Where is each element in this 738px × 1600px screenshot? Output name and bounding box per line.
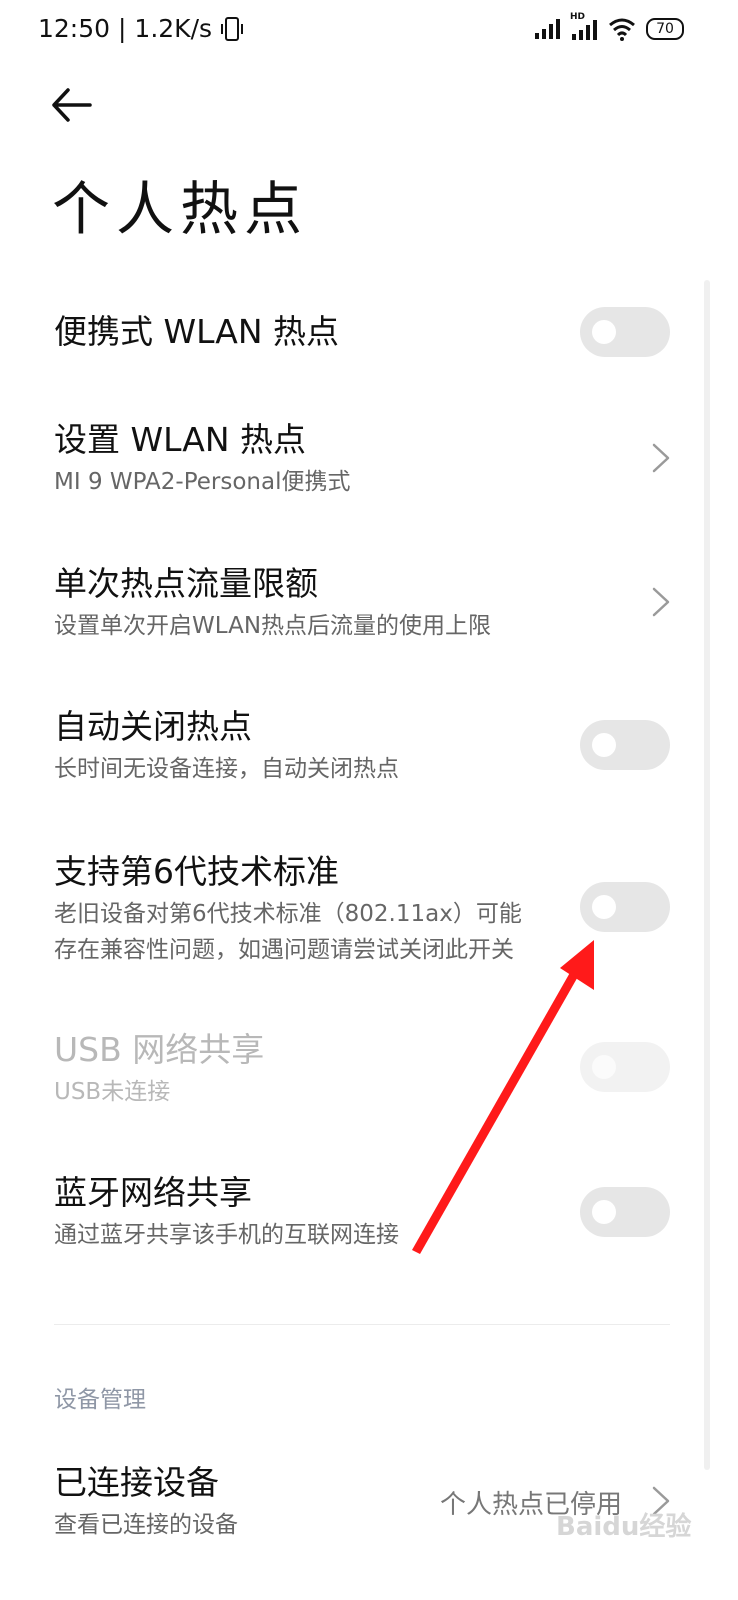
row-subtitle: 设置单次开启WLAN热点后流量的使用上限 bbox=[54, 613, 492, 639]
section-header-device-management: 设备管理 bbox=[54, 1387, 146, 1413]
signal-icon-sim2: HD bbox=[570, 12, 598, 42]
row-subtitle: MI 9 WPA2-Personal便携式 bbox=[54, 469, 351, 495]
status-bar: 12:50 | 1.2K/s HD 70 bbox=[0, 0, 738, 64]
row-title: 单次热点流量限额 bbox=[54, 564, 318, 603]
bluetooth-tethering-toggle[interactable] bbox=[580, 1187, 670, 1237]
page-title: 个人热点 bbox=[52, 175, 309, 243]
back-button[interactable] bbox=[50, 86, 94, 124]
battery-icon: 70 bbox=[646, 18, 684, 40]
toggle-knob bbox=[592, 320, 616, 344]
status-network-speed: | 1.2K/s bbox=[118, 14, 213, 43]
status-right: HD 70 bbox=[534, 12, 684, 42]
toggle-knob bbox=[592, 1055, 616, 1079]
section-divider bbox=[54, 1324, 670, 1325]
hotspot-data-limit-row[interactable]: 单次热点流量限额 设置单次开启WLAN热点后流量的使用上限 bbox=[54, 564, 684, 644]
scrollbar[interactable] bbox=[704, 280, 710, 1470]
toggle-knob bbox=[592, 895, 616, 919]
chevron-right-icon[interactable] bbox=[648, 585, 674, 619]
chevron-right-icon[interactable] bbox=[648, 441, 674, 475]
wifi-icon bbox=[609, 18, 635, 41]
toggle-knob bbox=[592, 733, 616, 757]
signal-icon-sim1 bbox=[535, 19, 560, 39]
toggle-knob bbox=[592, 1200, 616, 1224]
status-time: 12:50 bbox=[38, 14, 111, 43]
vibrate-icon bbox=[221, 16, 244, 41]
auto-close-hotspot-toggle[interactable] bbox=[580, 720, 670, 770]
status-left: 12:50 | 1.2K/s bbox=[38, 14, 244, 43]
setup-wlan-hotspot-row[interactable]: 设置 WLAN 热点 MI 9 WPA2-Personal便携式 bbox=[54, 420, 684, 500]
wifi6-standard-toggle[interactable] bbox=[580, 882, 670, 932]
arrow-left-icon bbox=[52, 88, 92, 122]
row-subtitle-line: 存在兼容性问题，如遇问题请尝试关闭此开关 bbox=[54, 937, 514, 963]
portable-wlan-hotspot-toggle[interactable] bbox=[580, 307, 670, 357]
watermark: Baidu经验 bbox=[556, 1512, 692, 1542]
usb-tethering-toggle bbox=[580, 1042, 670, 1092]
row-title: 设置 WLAN 热点 bbox=[54, 420, 307, 459]
